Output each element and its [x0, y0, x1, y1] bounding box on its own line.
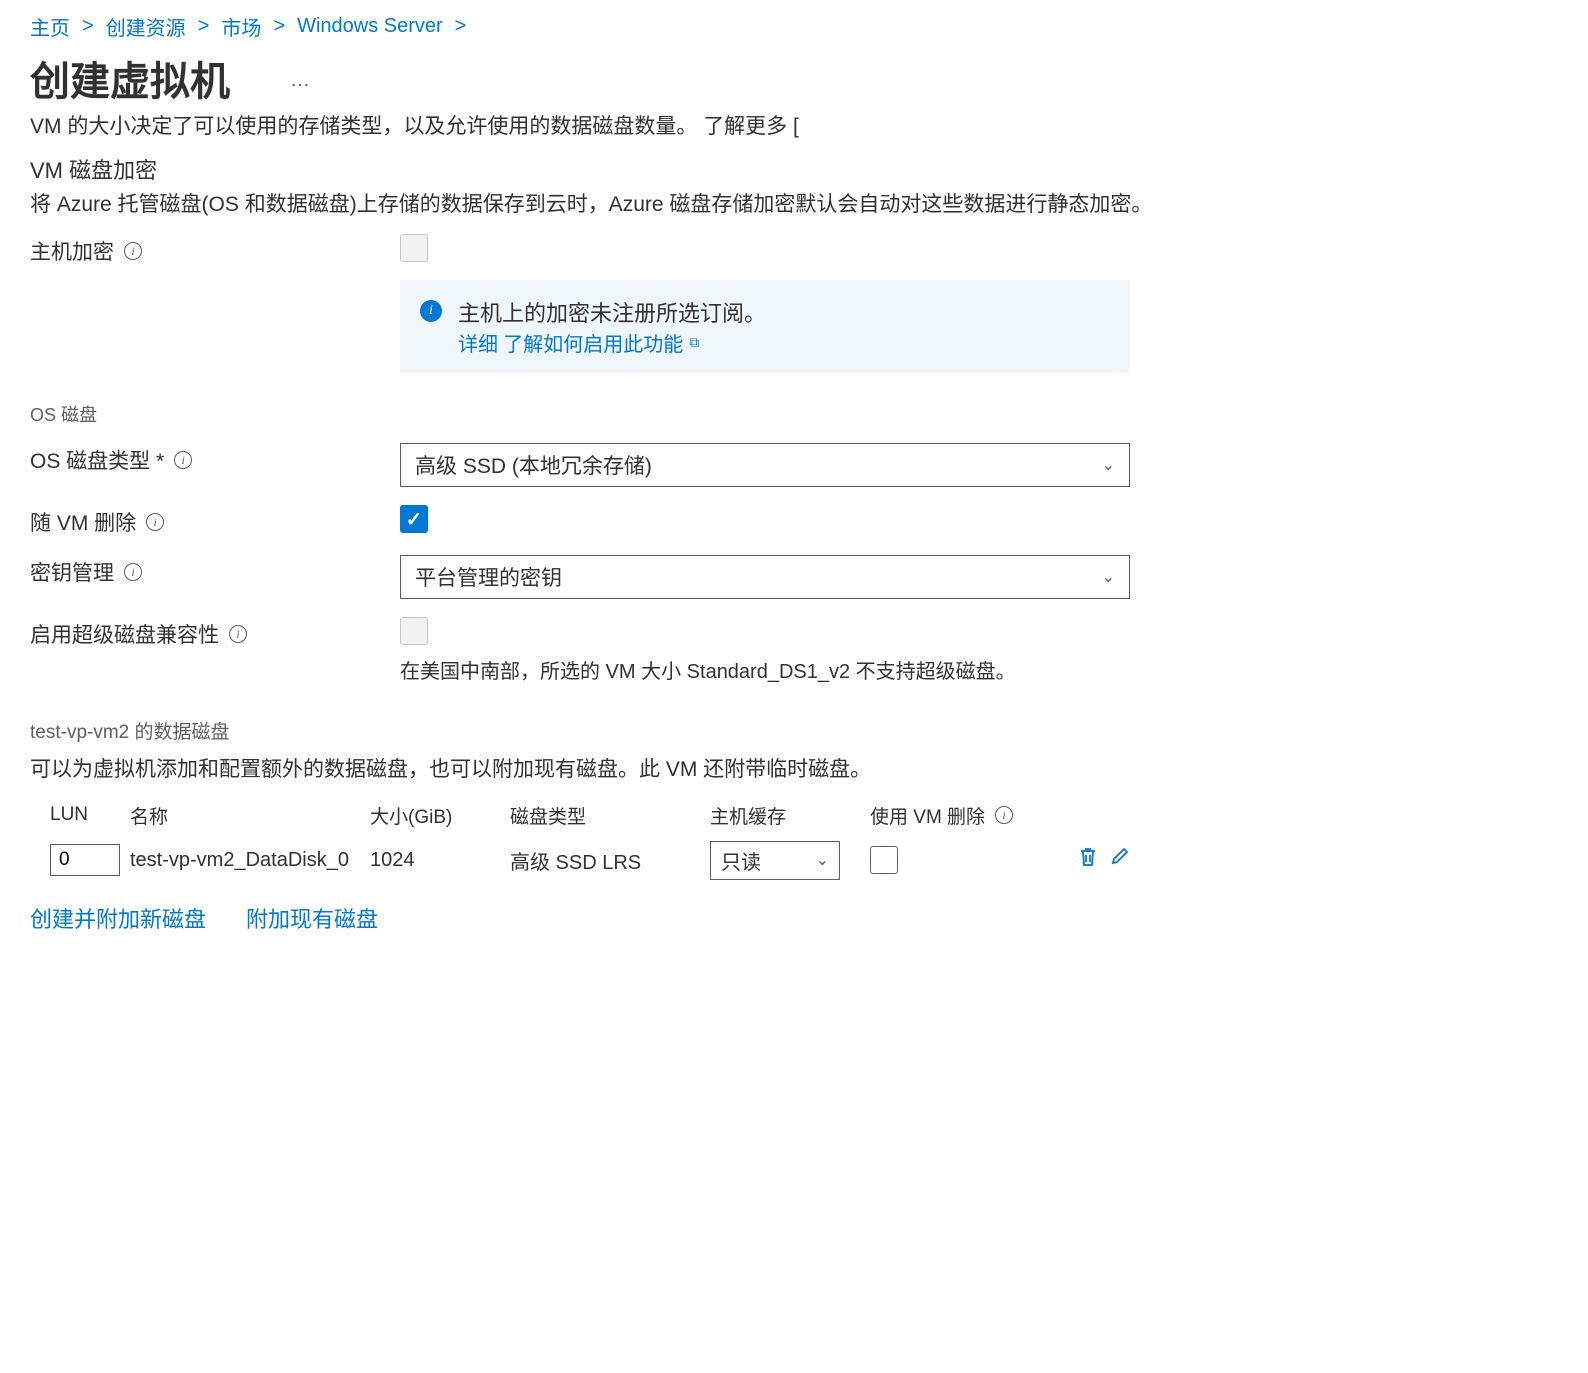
info-icon[interactable]: i	[174, 451, 192, 469]
learn-more-link[interactable]: 了解更多	[703, 115, 787, 138]
key-management-value: 平台管理的密钥	[415, 562, 562, 592]
breadcrumb-sep: >	[198, 15, 210, 38]
os-disk-type-value: 高级 SSD (本地冗余存储)	[415, 450, 652, 480]
page-subtitle: VM 的大小决定了可以使用的存储类型，以及允许使用的数据磁盘数量。 了解更多 [	[30, 111, 1558, 143]
host-cache-dropdown[interactable]: 只读 ⌄	[710, 841, 840, 880]
ultra-disk-hint: 在美国中南部，所选的 VM 大小 Standard_DS1_v2 不支持超级磁盘…	[400, 657, 1130, 687]
info-icon[interactable]: i	[995, 806, 1013, 824]
header-name: 名称	[130, 802, 370, 829]
chevron-down-icon: ⌄	[816, 850, 829, 870]
breadcrumb: 主页 > 创建资源 > 市场 > Windows Server >	[30, 12, 1558, 41]
delete-with-vm-row-checkbox[interactable]	[870, 846, 898, 874]
os-disk-section-label: OS 磁盘	[30, 401, 1558, 427]
info-link-prefix: 详细	[458, 334, 498, 356]
breadcrumb-sep: >	[273, 15, 285, 38]
encryption-section-desc: 将 Azure 托管磁盘(OS 和数据磁盘)上存储的数据保存到云时，Azure …	[30, 189, 1558, 221]
table-row: test-vp-vm2_DataDisk_0 1024 高级 SSD LRS 只…	[30, 833, 1558, 888]
trash-icon	[1078, 846, 1098, 868]
delete-with-vm-label: 随 VM 删除	[30, 507, 136, 537]
os-disk-type-dropdown[interactable]: 高级 SSD (本地冗余存储) ⌄	[400, 443, 1130, 487]
breadcrumb-create-resource[interactable]: 创建资源	[106, 12, 186, 41]
breadcrumb-marketplace[interactable]: 市场	[221, 12, 261, 41]
delete-disk-button[interactable]	[1078, 846, 1098, 874]
chevron-down-icon: ⌄	[1102, 567, 1115, 587]
info-icon[interactable]: i	[124, 563, 142, 581]
attach-existing-disk-link[interactable]: 附加现有磁盘	[246, 902, 378, 934]
more-actions-button[interactable]: …	[290, 69, 312, 92]
header-lun: LUN	[30, 804, 130, 826]
edit-icon	[1110, 846, 1130, 866]
subtitle-text: VM 的大小决定了可以使用的存储类型，以及允许使用的数据磁盘数量。	[30, 115, 697, 138]
info-icon[interactable]: i	[146, 513, 164, 531]
enable-feature-link[interactable]: 了解如何启用此功能 ⧉	[503, 328, 699, 357]
key-management-dropdown[interactable]: 平台管理的密钥 ⌄	[400, 555, 1130, 599]
os-disk-type-label: OS 磁盘类型 *	[30, 445, 164, 475]
page-title: 创建虚拟机	[30, 49, 230, 107]
key-management-label: 密钥管理	[30, 557, 114, 587]
info-callout: i 主机上的加密未注册所选订阅。 详细 了解如何启用此功能 ⧉	[400, 280, 1130, 373]
delete-with-vm-checkbox[interactable]	[400, 505, 428, 533]
edit-disk-button[interactable]	[1110, 846, 1130, 874]
host-encryption-checkbox[interactable]	[400, 234, 428, 262]
disk-type-cell: 高级 SSD LRS	[510, 846, 710, 875]
info-icon[interactable]: i	[229, 625, 247, 643]
chevron-down-icon: ⌄	[1102, 455, 1115, 475]
breadcrumb-sep: >	[82, 15, 94, 38]
header-type: 磁盘类型	[510, 802, 710, 829]
ultra-disk-label: 启用超级磁盘兼容性	[30, 619, 219, 649]
breadcrumb-sep: >	[455, 15, 467, 38]
breadcrumb-home[interactable]: 主页	[30, 12, 70, 41]
data-disks-section-desc: 可以为虚拟机添加和配置额外的数据磁盘，也可以附加现有磁盘。此 VM 还附带临时磁…	[30, 754, 1558, 786]
ultra-disk-checkbox[interactable]	[400, 617, 428, 645]
info-icon: i	[420, 300, 442, 322]
info-callout-text: 主机上的加密未注册所选订阅。	[458, 296, 766, 328]
disk-name-cell: test-vp-vm2_DataDisk_0	[130, 849, 370, 872]
breadcrumb-windows-server[interactable]: Windows Server	[297, 15, 443, 38]
encryption-section-title: VM 磁盘加密	[30, 153, 1558, 185]
data-disks-table: LUN 名称 大小(GiB) 磁盘类型 主机缓存 使用 VM 删除 i test…	[30, 798, 1558, 888]
header-delete: 使用 VM 删除	[870, 802, 985, 829]
disk-size-cell: 1024	[370, 849, 510, 872]
data-disks-section-label: test-vp-vm2 的数据磁盘	[30, 717, 1558, 744]
external-link-icon: ⧉	[689, 334, 699, 351]
host-cache-value: 只读	[721, 846, 761, 875]
table-header-row: LUN 名称 大小(GiB) 磁盘类型 主机缓存 使用 VM 删除 i	[30, 798, 1558, 833]
header-size: 大小(GiB)	[370, 802, 510, 829]
lun-input[interactable]	[50, 844, 120, 876]
header-cache: 主机缓存	[710, 802, 870, 829]
create-attach-disk-link[interactable]: 创建并附加新磁盘	[30, 902, 206, 934]
info-icon[interactable]: i	[124, 242, 142, 260]
host-encryption-label: 主机加密	[30, 236, 114, 266]
